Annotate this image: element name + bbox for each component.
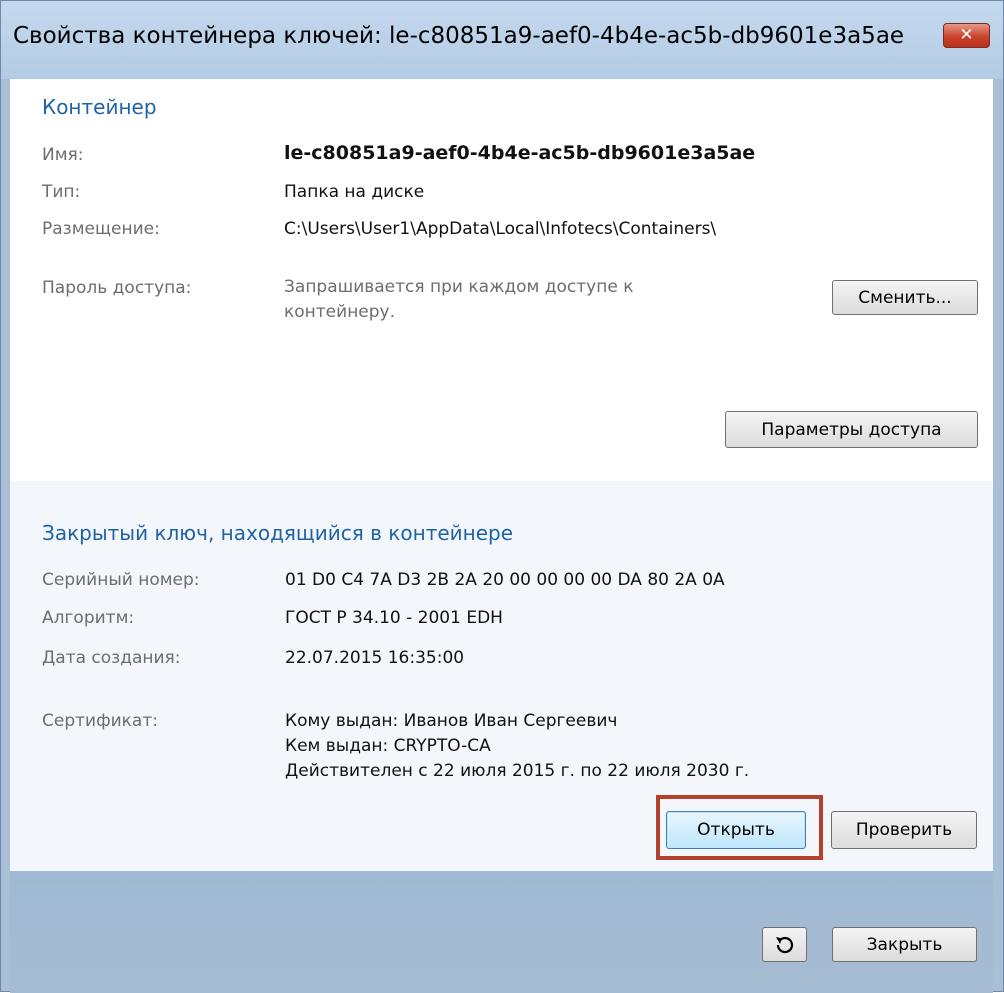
serial-value: 01 D0 C4 7A D3 2B 2A 20 00 00 00 00 DA 8… xyxy=(285,570,725,590)
window-title: Свойства контейнера ключей: le-c80851a9-… xyxy=(13,23,905,49)
dialog-footer: Закрыть xyxy=(10,871,993,993)
close-button[interactable]: Закрыть xyxy=(832,927,977,962)
refresh-icon xyxy=(775,936,793,953)
cert-issued-by: Кем выдан: CRYPTO-CA xyxy=(285,736,491,756)
password-value-line2: контейнеру. xyxy=(284,302,396,322)
cert-validity: Действителен с 22 июля 2015 г. по 22 июл… xyxy=(285,761,750,781)
certificate-label: Сертификат: xyxy=(42,711,158,731)
password-label: Пароль доступа: xyxy=(42,278,192,298)
algorithm-label: Алгоритм: xyxy=(42,608,135,628)
location-value: C:\Users\User1\AppData\Local\Infotecs\Co… xyxy=(284,219,717,239)
container-section: Контейнер Имя: le-c80851a9-aef0-4b4e-ac5… xyxy=(10,79,993,481)
type-value: Папка на диске xyxy=(284,182,425,202)
access-parameters-button[interactable]: Параметры доступа xyxy=(725,411,978,448)
cert-issued-to: Кому выдан: Иванов Иван Сергеевич xyxy=(285,711,618,731)
refresh-button[interactable] xyxy=(762,927,807,962)
name-label: Имя: xyxy=(42,145,84,165)
key-container-properties-window: Свойства контейнера ключей: le-c80851a9-… xyxy=(0,0,1004,993)
created-value: 22.07.2015 16:35:00 xyxy=(285,648,465,668)
type-label: Тип: xyxy=(42,182,81,202)
password-value-line1: Запрашивается при каждом доступе к xyxy=(284,277,634,297)
title-bar[interactable]: Свойства контейнера ключей: le-c80851a9-… xyxy=(1,1,1003,79)
open-button-highlight xyxy=(656,795,823,860)
serial-label: Серийный номер: xyxy=(42,570,200,590)
verify-certificate-button[interactable]: Проверить xyxy=(831,811,977,849)
algorithm-value: ГОСТ Р 34.10 - 2001 EDH xyxy=(285,608,503,628)
location-label: Размещение: xyxy=(42,219,160,239)
container-heading: Контейнер xyxy=(42,95,157,119)
name-value: le-c80851a9-aef0-4b4e-ac5b-db9601e3a5ae xyxy=(284,142,756,164)
change-password-button[interactable]: Сменить... xyxy=(832,280,978,315)
private-key-heading: Закрытый ключ, находящийся в контейнере xyxy=(42,521,514,545)
close-icon: ✕ xyxy=(959,25,974,45)
created-label: Дата создания: xyxy=(42,648,181,668)
close-window-button[interactable]: ✕ xyxy=(943,23,990,48)
private-key-section: Закрытый ключ, находящийся в контейнере … xyxy=(10,481,993,871)
